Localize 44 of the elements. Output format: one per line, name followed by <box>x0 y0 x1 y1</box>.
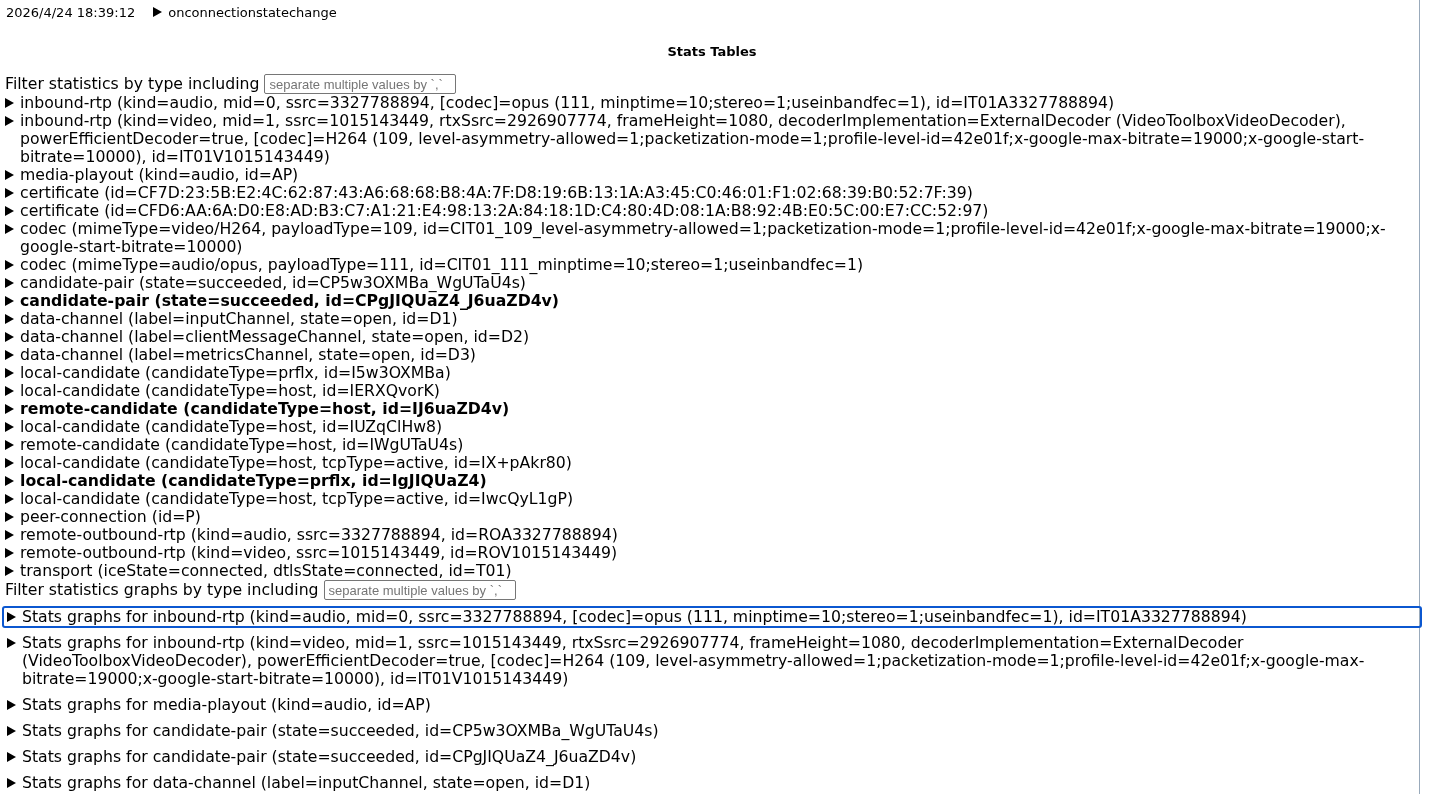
disclosure-triangle-icon <box>7 726 16 736</box>
stats-entry[interactable]: certificate (id=CF7D:23:5B:E2:4C:62:87:43:A6:68:68:B8:4A:7F:D8:19:6B:13:1A:A3:45:C0:46:01:F1:02:68:39:B0:52:7F:39) <box>5 184 1419 202</box>
stats-entry[interactable]: remote-candidate (candidateType=host, id=IJ6uaZD4v) <box>5 400 1419 418</box>
stats-entry[interactable]: local-candidate (candidateType=host, id=IERXQvorK) <box>5 382 1419 400</box>
timestamp: 2026/4/24 18:39:12 <box>6 4 136 20</box>
stats-entry[interactable]: Stats graphs for data-channel (label=inputChannel, state=open, id=D1) <box>2 772 1422 794</box>
stats-entry[interactable]: local-candidate (candidateType=host, tcpType=active, id=IwcQyL1gP) <box>5 490 1419 508</box>
stats-entry[interactable]: candidate-pair (state=succeeded, id=CPgJIQUaZ4_J6uaZD4v) <box>5 292 1419 310</box>
stats-entry[interactable]: transport (iceState=connected, dtlsState=connected, id=T01) <box>5 562 1419 580</box>
stats-entry[interactable]: codec (mimeType=audio/opus, payloadType=111, id=CIT01_111_minptime=10;stereo=1;useinbandfec=1) <box>5 256 1419 274</box>
stats-entry[interactable]: data-channel (label=inputChannel, state=open, id=D1) <box>5 310 1419 328</box>
disclosure-triangle-icon <box>7 752 16 762</box>
disclosure-triangle-icon <box>153 7 163 17</box>
stats-entry[interactable]: inbound-rtp (kind=audio, mid=0, ssrc=3327788894, [codec]=opus (111, minptime=10;stereo=1;useinbandfec=1), id=IT01A3327788894) <box>5 94 1419 112</box>
stats-entry[interactable]: remote-outbound-rtp (kind=audio, ssrc=3327788894, id=ROA3327788894) <box>5 526 1419 544</box>
stats-entry[interactable]: Stats graphs for candidate-pair (state=succeeded, id=CP5w3OXMBa_WgUTaU4s) <box>2 720 1422 742</box>
disclosure-triangle-icon <box>7 638 16 648</box>
filter-label: Filter statistics by type including <box>5 74 260 94</box>
stats-entry[interactable]: Stats graphs for candidate-pair (state=succeeded, id=CPgJIQUaZ4_J6uaZD4v) <box>2 746 1422 768</box>
section-title: Stats Tables <box>666 44 758 60</box>
filter-field[interactable]: separate multiple values by `,` <box>323 580 516 600</box>
stats-entry[interactable]: remote-outbound-rtp (kind=video, ssrc=1015143449, id=ROV1015143449) <box>5 544 1419 562</box>
stats-entry[interactable]: local-candidate (candidateType=prflx, id=IgJIQUaZ4) <box>5 472 1419 490</box>
stats-entry[interactable]: data-channel (label=metricsChannel, state=open, id=D3) <box>5 346 1419 364</box>
stats-entry[interactable]: remote-candidate (candidateType=host, id=IWgUTaU4s) <box>5 436 1419 454</box>
stats-entry[interactable]: local-candidate (candidateType=host, id=IUZqClHw8) <box>5 418 1419 436</box>
stats-entry[interactable]: media-playout (kind=audio, id=AP) <box>5 166 1419 184</box>
disclosure-triangle-icon <box>7 700 16 710</box>
stats-entry[interactable]: local-candidate (candidateType=prflx, id=I5w3OXMBa) <box>5 364 1419 382</box>
stats-entry[interactable]: certificate (id=CFD6:AA:6A:D0:E8:AD:B3:C7:A1:21:E4:98:13:2A:84:18:1D:C4:80:4D:08:1A:B8:92:4B:E0:5C:00:E7:CC:52:97) <box>5 202 1419 220</box>
stats-entry[interactable]: Stats graphs for inbound-rtp (kind=video, mid=1, ssrc=1015143449, rtxSsrc=2926907774, frameHeight=1080, decoderImplementation=ExternalDecoder (VideoToolboxVideoDecoder), powerEfficientDecoder=true, [codec]=H264 (109, level-asymmetry-allowed=1;packetization-mode=1;profile-level-id=42e01f;x-google-max-bitrate=19000;x-google-start-bitrate=10000), id=IT01V1015143449) <box>2 632 1422 690</box>
filter-field[interactable]: separate multiple values by `,` <box>264 74 457 94</box>
stats-entry[interactable]: peer-connection (id=P) <box>5 508 1419 526</box>
stats-entry[interactable]: codec (mimeType=video/H264, payloadType=109, id=CIT01_109_level-asymmetry-allowed=1;packetization-mode=1;profile-level-id=42e01f;x-google-max-bitrate=19000;x-google-start-bitrate=10000) <box>5 220 1419 256</box>
stats-entry[interactable]: data-channel (label=clientMessageChannel, state=open, id=D2) <box>5 328 1419 346</box>
stats-entry[interactable]: candidate-pair (state=succeeded, id=CP5w3OXMBa_WgUTaU4s) <box>5 274 1419 292</box>
disclosure-triangle-icon <box>7 778 16 788</box>
stats-entry[interactable]: Stats graphs for inbound-rtp (kind=audio, mid=0, ssrc=3327788894, [codec]=opus (111, minptime=10;stereo=1;useinbandfec=1), id=IT01A3327788894) <box>2 606 1422 628</box>
stats-entry[interactable]: Stats graphs for media-playout (kind=audio, id=AP) <box>2 694 1422 716</box>
disclosure-triangle-icon <box>7 612 16 622</box>
stats-entry[interactable]: local-candidate (candidateType=host, tcpType=active, id=IX+pAkr80) <box>5 454 1419 472</box>
filter-label: Filter statistics graphs by type including <box>5 580 319 600</box>
stats-entry[interactable]: inbound-rtp (kind=video, mid=1, ssrc=1015143449, rtxSsrc=2926907774, frameHeight=1080, decoderImplementation=ExternalDecoder (VideoToolboxVideoDecoder), powerEfficientDecoder=true, [codec]=H264 (109, level-asymmetry-allowed=1;packetization-mode=1;profile-level-id=42e01f;x-google-max-bitrate=19000;x-google-start-bitrate=10000), id=IT01V1015143449) <box>5 112 1419 166</box>
event-entry[interactable]: onconnectionstatechange <box>153 4 337 20</box>
